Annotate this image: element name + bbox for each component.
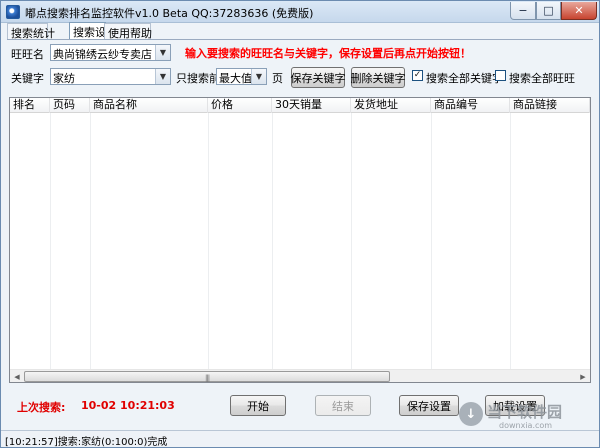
wangwang-label: 旺旺名 bbox=[11, 48, 44, 61]
last-search-time: 10-02 10:21:03 bbox=[81, 399, 175, 412]
search-all-keywords-label: 搜索全部关键字 bbox=[426, 72, 503, 85]
column-header-sales-30d[interactable]: 30天销量 bbox=[272, 98, 351, 113]
column-divider bbox=[208, 113, 209, 369]
wangwang-value: 典尚锦绣云纱专卖店 bbox=[53, 48, 152, 61]
app-icon bbox=[6, 5, 20, 19]
column-divider bbox=[50, 113, 51, 369]
watermark: ↓ 当下软件园 downxia.com bbox=[459, 400, 599, 434]
page-unit-label: 页 bbox=[272, 72, 283, 85]
keyword-value: 家纺 bbox=[53, 72, 75, 85]
search-all-wangwang-label: 搜索全部旺旺 bbox=[509, 72, 575, 85]
chevron-down-icon[interactable]: ▼ bbox=[155, 45, 170, 60]
status-bar: [10:21:57]搜索:家纺(0:100:0)完成 bbox=[1, 430, 599, 448]
page-limit-combo[interactable]: 最大值 ▼ bbox=[216, 68, 267, 85]
start-button[interactable]: 开始 bbox=[230, 395, 286, 416]
horizontal-scrollbar[interactable]: ◀ ||| ▶ bbox=[10, 369, 590, 382]
delete-keyword-button[interactable]: 删除关键字 bbox=[351, 67, 406, 88]
tab-help[interactable]: 使用帮助 bbox=[104, 23, 152, 40]
tab-divider bbox=[7, 39, 593, 40]
save-keyword-button[interactable]: 保存关键字 bbox=[291, 67, 346, 88]
search-all-keywords-checkbox[interactable]: ✓ bbox=[412, 70, 423, 81]
column-header-product-link[interactable]: 商品链接 bbox=[510, 98, 590, 113]
tab-search-settings[interactable]: 搜索设置 bbox=[69, 22, 117, 40]
keyword-combo[interactable]: 家纺 ▼ bbox=[50, 68, 171, 85]
column-divider bbox=[351, 113, 352, 369]
last-search-label: 上次搜索: bbox=[17, 401, 66, 414]
wangwang-combo[interactable]: 典尚锦绣云纱专卖店 ▼ bbox=[50, 44, 171, 61]
column-header-ship-address[interactable]: 发货地址 bbox=[351, 98, 431, 113]
scrollbar-thumb[interactable]: ||| bbox=[24, 371, 390, 382]
search-front-label: 只搜索前 bbox=[176, 72, 220, 85]
chevron-down-icon[interactable]: ▼ bbox=[155, 69, 170, 84]
watermark-url: downxia.com bbox=[499, 421, 553, 430]
column-header-rank[interactable]: 排名 bbox=[10, 98, 50, 113]
column-divider bbox=[431, 113, 432, 369]
status-text: [10:21:57]搜索:家纺(0:100:0)完成 bbox=[5, 437, 168, 448]
download-icon: ↓ bbox=[459, 402, 483, 426]
column-divider bbox=[90, 113, 91, 369]
app-window: 嘟点搜索排名监控软件v1.0 Beta QQ:37283636 (免费版) − … bbox=[0, 0, 600, 448]
column-header-page[interactable]: 页码 bbox=[50, 98, 90, 113]
results-table[interactable]: 排名 页码 商品名称 价格 30天销量 发货地址 商品编号 商品链接 ◀ |||… bbox=[9, 97, 591, 383]
tab-search-stats[interactable]: 搜索统计 bbox=[7, 23, 55, 40]
save-settings-button[interactable]: 保存设置 bbox=[399, 395, 459, 416]
chevron-down-icon[interactable]: ▼ bbox=[251, 69, 266, 84]
stop-button[interactable]: 结束 bbox=[315, 395, 371, 416]
page-limit-value: 最大值 bbox=[219, 72, 252, 85]
minimize-button[interactable]: − bbox=[510, 2, 536, 20]
search-all-wangwang-checkbox[interactable] bbox=[495, 70, 506, 81]
scroll-right-icon[interactable]: ▶ bbox=[577, 371, 589, 382]
column-header-product-name[interactable]: 商品名称 bbox=[90, 98, 208, 113]
keyword-label: 关键字 bbox=[11, 72, 44, 85]
instruction-hint: 输入要搜索的旺旺名与关键字，保存设置后再点开始按钮！ bbox=[185, 47, 471, 60]
watermark-title: 当下软件园 bbox=[487, 403, 563, 421]
column-divider bbox=[510, 113, 511, 369]
maximize-button[interactable]: □ bbox=[536, 2, 561, 20]
close-button[interactable]: ✕ bbox=[561, 2, 597, 20]
scroll-left-icon[interactable]: ◀ bbox=[11, 371, 23, 382]
column-divider bbox=[272, 113, 273, 369]
grip-icon: ||| bbox=[205, 374, 210, 382]
column-header-price[interactable]: 价格 bbox=[208, 98, 272, 113]
column-header-product-id[interactable]: 商品编号 bbox=[431, 98, 510, 113]
table-header: 排名 页码 商品名称 价格 30天销量 发货地址 商品编号 商品链接 bbox=[10, 98, 590, 113]
title-bar[interactable]: 嘟点搜索排名监控软件v1.0 Beta QQ:37283636 (免费版) − … bbox=[1, 1, 599, 23]
window-title: 嘟点搜索排名监控软件v1.0 Beta QQ:37283636 (免费版) bbox=[25, 7, 314, 20]
